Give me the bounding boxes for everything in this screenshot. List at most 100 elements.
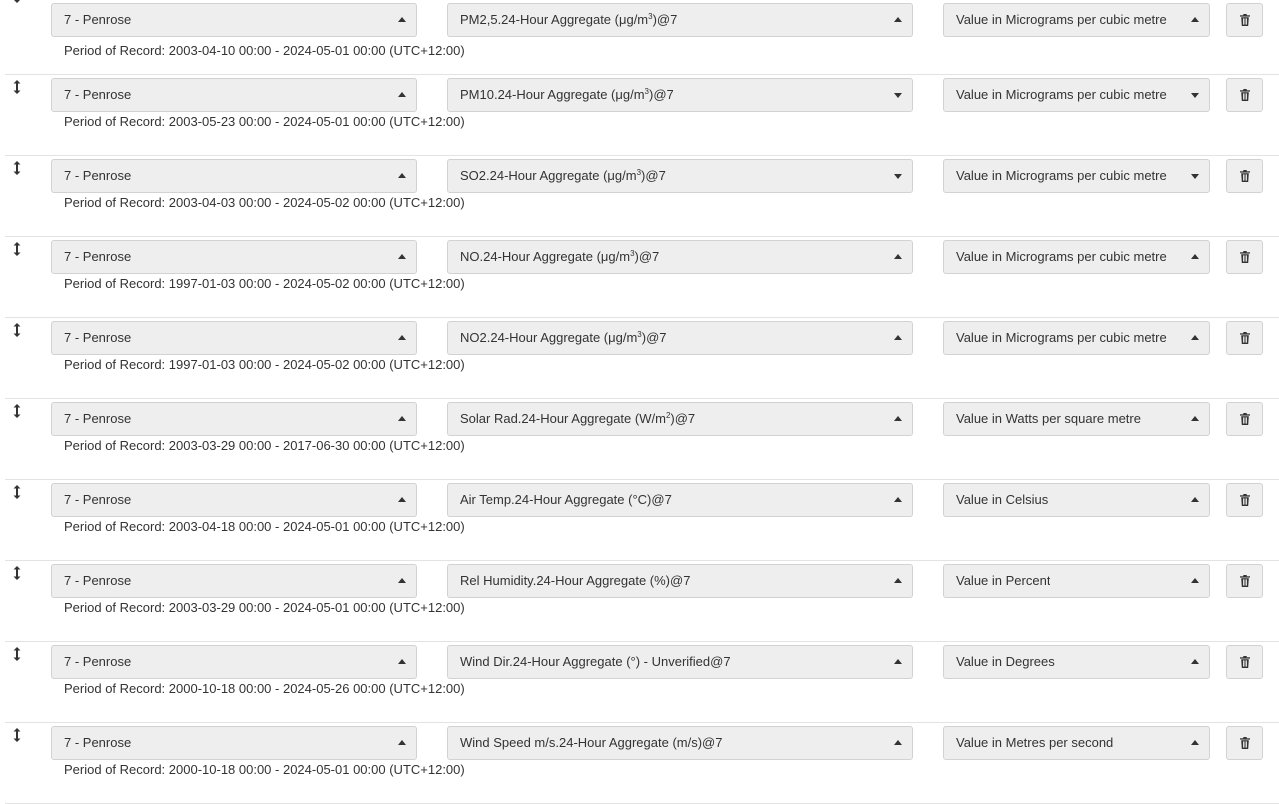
dataset-row: 7 - Penrose PM2,5.24-Hour Aggregate (μg/… [5, 0, 1279, 75]
parameter-select[interactable]: PM2,5.24-Hour Aggregate (μg/m3)@7 [447, 3, 913, 37]
parameter-select[interactable]: Wind Dir.24-Hour Aggregate (°) - Unverif… [447, 645, 913, 679]
site-select[interactable]: 7 - Penrose [51, 240, 417, 274]
drag-handle-icon[interactable] [13, 647, 21, 661]
caret-icon [894, 174, 902, 179]
caret-icon [894, 578, 902, 583]
site-select[interactable]: 7 - Penrose [51, 159, 417, 193]
dataset-row: 7 - Penrose NO.24-Hour Aggregate (μg/m3)… [5, 237, 1279, 318]
drag-handle-icon[interactable] [13, 404, 21, 418]
drag-handle-icon[interactable] [13, 566, 21, 580]
drag-handle-icon[interactable] [13, 161, 21, 175]
delete-button[interactable] [1226, 645, 1263, 679]
period-of-record: Period of Record: 2003-04-10 00:00 - 202… [64, 43, 465, 58]
parameter-select[interactable]: NO.24-Hour Aggregate (μg/m3)@7 [447, 240, 913, 274]
trash-icon [1240, 251, 1250, 263]
caret-icon [398, 173, 406, 178]
caret-icon [1191, 578, 1199, 583]
parameter-select[interactable]: Rel Humidity.24-Hour Aggregate (%)@7 [447, 564, 913, 598]
unit-select[interactable]: Value in Micrograms per cubic metre [943, 159, 1210, 193]
site-select[interactable]: 7 - Penrose [51, 3, 417, 37]
caret-icon [1191, 497, 1199, 502]
drag-handle-icon[interactable] [13, 0, 21, 3]
unit-select[interactable]: Value in Celsius [943, 483, 1210, 517]
delete-button[interactable] [1226, 564, 1263, 598]
unit-select-value: Value in Metres per second [956, 735, 1114, 750]
caret-icon [1191, 740, 1199, 745]
delete-button[interactable] [1226, 240, 1263, 274]
period-of-record: Period of Record: 2003-03-29 00:00 - 201… [64, 438, 465, 453]
caret-icon [1191, 416, 1199, 421]
delete-button[interactable] [1226, 3, 1263, 37]
parameter-select-value: Rel Humidity.24-Hour Aggregate (%)@7 [460, 573, 691, 588]
unit-select-value: Value in Percent [956, 573, 1051, 588]
trash-icon [1240, 170, 1250, 182]
caret-icon [894, 17, 902, 22]
site-select-value: 7 - Penrose [64, 168, 132, 183]
parameter-select-value: Wind Speed m/s.24-Hour Aggregate (m/s)@7 [460, 735, 723, 750]
trash-icon [1240, 14, 1250, 26]
site-select-value: 7 - Penrose [64, 249, 132, 264]
unit-select[interactable]: Value in Watts per square metre [943, 402, 1210, 436]
trash-icon [1240, 332, 1250, 344]
parameter-select-value: SO2.24-Hour Aggregate (μg/m3)@7 [460, 168, 666, 183]
site-select[interactable]: 7 - Penrose [51, 564, 417, 598]
parameter-select-value: PM2,5.24-Hour Aggregate (μg/m3)@7 [460, 12, 678, 27]
parameter-select-value: PM10.24-Hour Aggregate (μg/m3)@7 [460, 87, 674, 102]
parameter-select[interactable]: Wind Speed m/s.24-Hour Aggregate (m/s)@7 [447, 726, 913, 760]
parameter-select[interactable]: PM10.24-Hour Aggregate (μg/m3)@7 [447, 78, 913, 112]
caret-icon [1191, 335, 1199, 340]
unit-select[interactable]: Value in Percent [943, 564, 1210, 598]
delete-button[interactable] [1226, 726, 1263, 760]
unit-select[interactable]: Value in Degrees [943, 645, 1210, 679]
parameter-select-value: NO2.24-Hour Aggregate (μg/m3)@7 [460, 330, 667, 345]
unit-select-value: Value in Micrograms per cubic metre [956, 12, 1167, 27]
caret-icon [1191, 659, 1199, 664]
site-select[interactable]: 7 - Penrose [51, 78, 417, 112]
caret-icon [894, 254, 902, 259]
parameter-select-value: Wind Dir.24-Hour Aggregate (°) - Unverif… [460, 654, 731, 669]
caret-icon [1191, 174, 1199, 179]
unit-select[interactable]: Value in Micrograms per cubic metre [943, 321, 1210, 355]
parameter-select[interactable]: SO2.24-Hour Aggregate (μg/m3)@7 [447, 159, 913, 193]
caret-icon [398, 254, 406, 259]
delete-button[interactable] [1226, 321, 1263, 355]
delete-button[interactable] [1226, 159, 1263, 193]
dataset-row: 7 - Penrose Wind Speed m/s.24-Hour Aggre… [5, 723, 1279, 804]
site-select[interactable]: 7 - Penrose [51, 726, 417, 760]
delete-button[interactable] [1226, 402, 1263, 436]
parameter-select[interactable]: Solar Rad.24-Hour Aggregate (W/m2)@7 [447, 402, 913, 436]
unit-select[interactable]: Value in Micrograms per cubic metre [943, 78, 1210, 112]
dataset-row: 7 - Penrose Wind Dir.24-Hour Aggregate (… [5, 642, 1279, 723]
drag-handle-icon[interactable] [13, 728, 21, 742]
unit-select-value: Value in Watts per square metre [956, 411, 1141, 426]
delete-button[interactable] [1226, 78, 1263, 112]
drag-handle-icon[interactable] [13, 242, 21, 256]
period-of-record: Period of Record: 2003-05-23 00:00 - 202… [64, 114, 465, 129]
site-select[interactable]: 7 - Penrose [51, 483, 417, 517]
parameter-select[interactable]: Air Temp.24-Hour Aggregate (°C)@7 [447, 483, 913, 517]
parameter-select[interactable]: NO2.24-Hour Aggregate (μg/m3)@7 [447, 321, 913, 355]
site-select[interactable]: 7 - Penrose [51, 321, 417, 355]
period-of-record: Period of Record: 2000-10-18 00:00 - 202… [64, 762, 465, 777]
site-select[interactable]: 7 - Penrose [51, 402, 417, 436]
delete-button[interactable] [1226, 483, 1263, 517]
caret-icon [1191, 254, 1199, 259]
drag-handle-icon[interactable] [13, 485, 21, 499]
dataset-row: 7 - Penrose Air Temp.24-Hour Aggregate (… [5, 480, 1279, 561]
site-select-value: 7 - Penrose [64, 735, 132, 750]
caret-icon [1191, 93, 1199, 98]
drag-handle-icon[interactable] [13, 80, 21, 94]
unit-select[interactable]: Value in Metres per second [943, 726, 1210, 760]
unit-select-value: Value in Degrees [956, 654, 1055, 669]
unit-select[interactable]: Value in Micrograms per cubic metre [943, 240, 1210, 274]
site-select-value: 7 - Penrose [64, 12, 132, 27]
site-select[interactable]: 7 - Penrose [51, 645, 417, 679]
drag-handle-icon[interactable] [13, 323, 21, 337]
dataset-row: 7 - Penrose NO2.24-Hour Aggregate (μg/m3… [5, 318, 1279, 399]
unit-select-value: Value in Celsius [956, 492, 1049, 507]
site-select-value: 7 - Penrose [64, 492, 132, 507]
site-select-value: 7 - Penrose [64, 87, 132, 102]
caret-icon [398, 335, 406, 340]
caret-icon [894, 740, 902, 745]
unit-select[interactable]: Value in Micrograms per cubic metre [943, 3, 1210, 37]
